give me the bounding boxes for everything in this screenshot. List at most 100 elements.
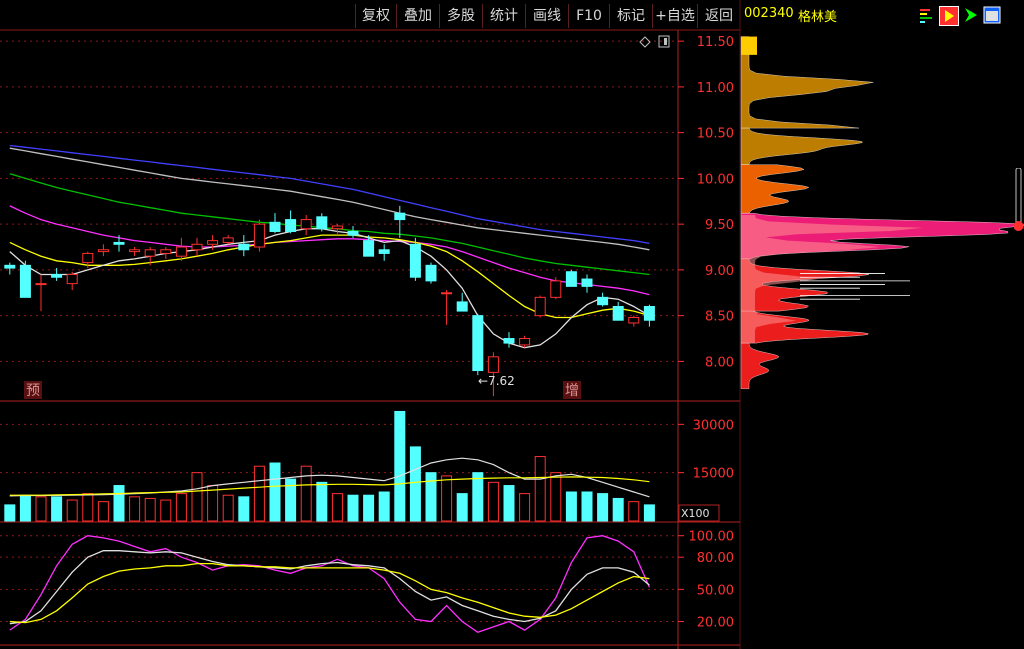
volume-bar [487, 481, 499, 522]
candle [409, 237, 421, 281]
candle [597, 292, 609, 307]
price-tick-label: 9.00 [705, 264, 734, 279]
volume-bar [144, 497, 156, 522]
volume-bar [51, 496, 63, 522]
candle-body [347, 230, 359, 236]
candle-body [503, 338, 515, 344]
candle-body [394, 212, 406, 221]
kdj-k-line [9, 550, 650, 625]
volume-bar [550, 472, 562, 522]
volume-bar [175, 493, 187, 522]
candle-body [175, 246, 187, 257]
candle-body [253, 223, 265, 248]
volume-bar [82, 493, 94, 522]
volume-bar [300, 465, 312, 522]
candle [4, 262, 16, 275]
volume-bar [113, 485, 125, 522]
candle-body [597, 296, 609, 306]
candle-body [300, 219, 312, 230]
candle-body [643, 306, 655, 321]
candle [66, 271, 78, 291]
candle [394, 205, 406, 238]
candle [550, 277, 562, 300]
candle [378, 244, 390, 261]
candle [285, 210, 297, 234]
candle-body [331, 225, 343, 230]
candle-body [66, 273, 78, 285]
candle [238, 235, 250, 257]
price-axis: 11.50 11.00 10.50 10.00 9.50 9.00 8.50 8.00 [678, 35, 734, 370]
volume-tick-label: 15000 [693, 467, 734, 482]
volume-bar [534, 456, 546, 522]
candle-body [207, 240, 219, 245]
price-tick-label: 9.50 [705, 218, 734, 233]
price-tick-label: 8.00 [705, 355, 734, 370]
candle-body [378, 249, 390, 254]
candle [316, 213, 328, 232]
candle [253, 219, 265, 252]
candle-body [565, 271, 577, 287]
volume-bar [35, 496, 47, 522]
price-tick-label: 10.50 [697, 127, 734, 142]
candle-body [238, 243, 250, 251]
candle [97, 244, 109, 257]
volume-bar [269, 462, 281, 522]
candle-body [612, 306, 624, 321]
candle [628, 315, 640, 327]
low-price-label: ←7.62 [478, 374, 515, 388]
candle-body [19, 264, 31, 298]
ma10-line [9, 234, 650, 319]
candle [503, 332, 515, 348]
candle [35, 274, 47, 312]
volume-profile-band [740, 342, 780, 389]
volume-bar [253, 465, 265, 522]
kdj-tick-label: 80.00 [697, 551, 734, 566]
candle-body [82, 252, 94, 264]
candle [612, 301, 624, 321]
volume-profile-band [740, 164, 810, 214]
candle [534, 295, 546, 318]
volume-bar [565, 491, 577, 522]
scroll-handle[interactable] [1013, 167, 1024, 231]
kdj-lines [9, 535, 650, 634]
candle [222, 235, 234, 245]
volume-bar [425, 472, 437, 522]
candle [191, 237, 203, 257]
volume-bar [363, 494, 375, 522]
candle [643, 304, 655, 327]
volume-profile-cap [741, 36, 757, 55]
kdj-tick-label: 20.00 [697, 616, 734, 631]
volume-bar [643, 504, 655, 522]
candle [519, 335, 531, 348]
candle-body [441, 292, 453, 295]
volume-bar [612, 497, 624, 522]
price-tick-label: 10.00 [697, 172, 734, 187]
volume-bar [19, 494, 31, 522]
candle [472, 313, 484, 376]
candle [441, 290, 453, 325]
candle-body [487, 356, 499, 373]
volume-bar [331, 493, 343, 522]
kdj-d-line [9, 562, 650, 624]
volume-profile-band [740, 36, 874, 129]
diamond-icon[interactable] [639, 36, 651, 48]
candle [300, 215, 312, 236]
candle-body [222, 237, 234, 243]
candle [175, 237, 187, 261]
volume-bar [472, 472, 484, 522]
volume-bar [628, 501, 640, 522]
candle [565, 269, 577, 287]
volume-tick-label: 30000 [693, 418, 734, 433]
chart-canvas: 11.50 11.00 10.50 10.00 9.50 9.00 8.50 8.00 300… [0, 0, 1024, 649]
volume-bar [409, 446, 421, 522]
volume-grid: 30000 15000 [0, 418, 734, 482]
volume-profile-band [740, 127, 863, 165]
candle-body [269, 221, 281, 232]
price-tick-label: 11.00 [697, 81, 734, 96]
volume-bar [347, 494, 359, 522]
candle [581, 274, 593, 293]
candle-body [191, 243, 203, 251]
candle-body [51, 273, 63, 278]
volume-bar [97, 501, 109, 522]
volume-bar [238, 496, 250, 522]
